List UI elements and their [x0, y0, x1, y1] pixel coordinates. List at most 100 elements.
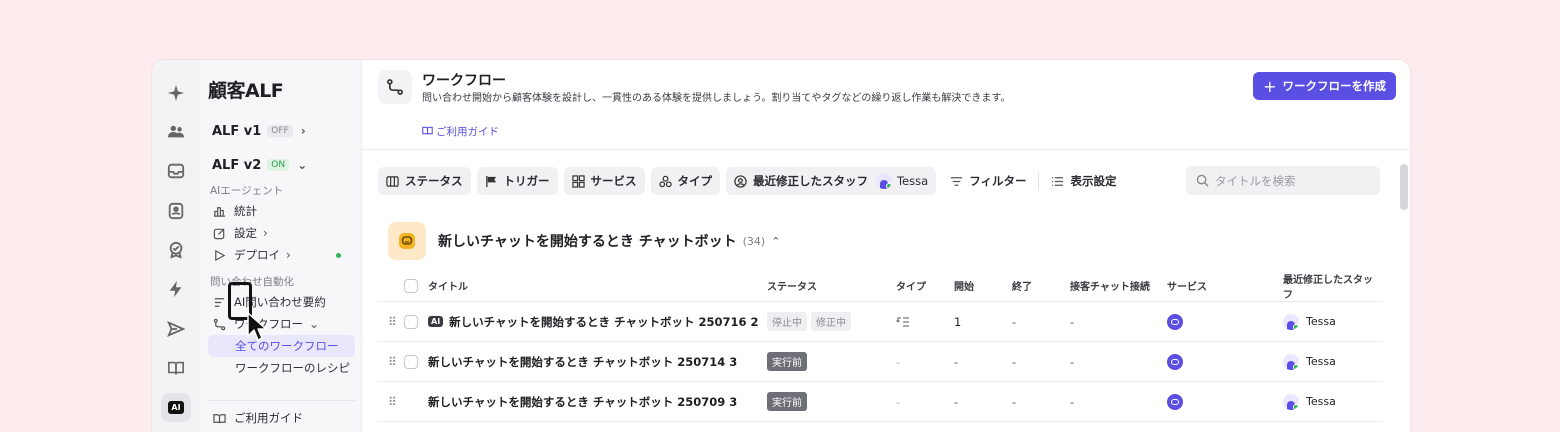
group-title: 新しいチャットを開始するとき チャットボット — [438, 234, 737, 250]
row-end: - — [1012, 314, 1017, 329]
sidebar-item-recipes[interactable]: ワークフローのレシピ — [208, 357, 355, 379]
inbox-icon[interactable] — [161, 157, 191, 186]
row-chat: - — [1070, 314, 1075, 329]
type-filter-label: タイプ — [677, 174, 713, 188]
send-icon[interactable] — [161, 314, 191, 343]
avatar — [1283, 393, 1299, 410]
row-start: 1 — [954, 314, 962, 329]
sidebar-item-settings[interactable]: 設定 › — [208, 222, 355, 244]
col-title: タイトル — [428, 282, 468, 293]
row-staff: Tessa — [1306, 315, 1336, 328]
service-icon — [1167, 313, 1183, 330]
table-row[interactable]: ⠿ 新しいチャットを開始するとき チャットボット 250714 3 実行前 - … — [378, 342, 1382, 382]
row-title[interactable]: 新しいチャットを開始するとき チャットボット 250714 3 — [428, 354, 737, 370]
row-type: - — [896, 394, 901, 409]
version-v2[interactable]: ALF v2 ON ⌄ — [208, 151, 355, 179]
page-title: ワークフロー — [422, 73, 506, 89]
sparkle-icon[interactable] — [161, 78, 191, 107]
filter-toolbar: ステータス トリガー サービス タイプ 最近修正したスタッフ Tessa フィルタ… — [378, 166, 1124, 196]
staff-name: Tessa — [897, 174, 929, 188]
service-icon — [1167, 353, 1183, 370]
status-dot — [336, 253, 341, 258]
workflow-icon — [378, 70, 412, 104]
col-service: サービス — [1167, 282, 1207, 293]
row-title[interactable]: 新しいチャットを開始するとき チャットボット 250709 3 — [428, 394, 737, 410]
scrollbar[interactable] — [1400, 164, 1408, 210]
row-checkbox[interactable] — [404, 314, 418, 329]
group-count: (34) — [742, 234, 766, 248]
edit-icon — [212, 226, 226, 240]
filter-label: フィルター — [969, 174, 1027, 188]
display-settings-button[interactable]: 表示設定 — [1043, 167, 1124, 195]
select-all-checkbox[interactable] — [404, 278, 418, 293]
guide-link[interactable]: ご利用ガイド — [422, 124, 499, 139]
sidebar-item-stats[interactable]: 統計 — [208, 200, 355, 222]
chevron-down-icon: ⌄ — [297, 158, 308, 172]
sidebar-item-label: 設定 — [234, 226, 257, 240]
trigger-filter[interactable]: トリガー — [476, 167, 558, 195]
row-end: - — [1012, 394, 1017, 409]
sidebar-item-all-workflows[interactable]: 全てのワークフロー — [208, 335, 355, 357]
book-icon[interactable] — [161, 353, 191, 382]
row-staff: Tessa — [1306, 395, 1336, 408]
badge-check-icon[interactable] — [161, 235, 191, 264]
group-header[interactable]: 新しいチャットを開始するとき チャットボット (34) ⌃ — [388, 222, 780, 260]
search-box[interactable] — [1186, 166, 1380, 195]
staff-filter-label: 最近修正したスタッフ — [753, 174, 868, 188]
avatar — [1283, 353, 1299, 370]
version-v2-label: ALF v2 — [212, 157, 262, 173]
chatbot-icon — [388, 222, 426, 260]
sidebar-item-deploy[interactable]: デプロイ › — [208, 244, 355, 266]
book-open-icon — [212, 411, 226, 425]
filter-button[interactable]: フィルター — [942, 167, 1034, 195]
book-open-icon — [422, 125, 433, 139]
row-title[interactable]: 新しいチャットを開始するとき チャットボット 250716 2 — [449, 314, 758, 330]
drag-handle-icon[interactable]: ⠿ — [388, 395, 397, 409]
create-workflow-label: ワークフローを作成 — [1282, 79, 1387, 93]
status-badge: 実行前 — [767, 392, 807, 411]
ai-icon[interactable]: AI — [161, 392, 191, 422]
main-content: ワークフロー 問い合わせ開始から顧客体験を設計し、一貫性のある体験を提供しましょ… — [362, 60, 1410, 432]
row-checkbox[interactable] — [404, 354, 418, 369]
chevron-down-icon: ⌄ — [309, 317, 320, 331]
staff-filter[interactable]: 最近修正したスタッフ Tessa — [726, 167, 937, 195]
users-icon[interactable] — [161, 117, 191, 146]
table-row[interactable]: ⠿ AI 新しいチャットを開始するとき チャットボット 250716 2 停止中修… — [378, 302, 1382, 342]
drag-handle-icon[interactable]: ⠿ — [388, 355, 397, 369]
sidebar-footer: ご利用ガイド — [208, 400, 355, 429]
app-window: AI 顧客ALF ALF v1 OFF › ALF v2 ON ⌄ AIエージェント 統… — [152, 60, 1410, 432]
divider — [1038, 172, 1040, 190]
type-filter[interactable]: タイプ — [650, 167, 720, 195]
user-circle-icon — [734, 174, 747, 188]
version-v1-label: ALF v1 — [212, 123, 262, 139]
section-ai-agent: AIエージェント — [210, 185, 284, 197]
table-row[interactable]: ⠿ 新しいチャットを開始するとき チャットボット 250709 3 実行前 - … — [378, 382, 1382, 422]
brand-title: 顧客ALF — [208, 80, 284, 102]
search-input[interactable] — [1215, 173, 1375, 188]
contacts-icon[interactable] — [161, 196, 191, 225]
row-staff: Tessa — [1306, 355, 1336, 368]
page-header: ワークフロー 問い合わせ開始から顧客体験を設計し、一貫性のある体験を提供しましょ… — [362, 60, 1410, 150]
status-badge-off: OFF — [267, 125, 293, 137]
create-workflow-button[interactable]: + ワークフローを作成 — [1253, 72, 1396, 100]
row-chat: - — [1070, 394, 1075, 409]
status-filter[interactable]: ステータス — [378, 167, 471, 195]
col-start: 開始 — [954, 282, 974, 293]
service-filter[interactable]: サービス — [563, 167, 645, 195]
sidebar-item-label: デプロイ — [234, 248, 280, 262]
drag-handle-icon[interactable]: ⠿ — [388, 315, 397, 329]
bolt-icon[interactable] — [161, 275, 191, 304]
sidebar: 顧客ALF ALF v1 OFF › ALF v2 ON ⌄ AIエージェント 統計 設… — [200, 60, 362, 432]
chevron-right-icon: › — [286, 248, 291, 262]
trigger-filter-label: トリガー — [503, 174, 550, 188]
status-filter-label: ステータス — [405, 174, 463, 188]
row-end: - — [1012, 354, 1017, 369]
sidebar-item-guide[interactable]: ご利用ガイド — [208, 407, 355, 429]
version-v1[interactable]: ALF v1 OFF › — [208, 117, 355, 145]
bar-chart-icon — [212, 204, 226, 218]
col-end: 終了 — [1012, 282, 1032, 293]
status-badge: 実行前 — [767, 352, 807, 371]
workflow-icon — [212, 317, 226, 331]
filter-icon — [951, 176, 963, 186]
icon-rail: AI — [152, 60, 200, 432]
